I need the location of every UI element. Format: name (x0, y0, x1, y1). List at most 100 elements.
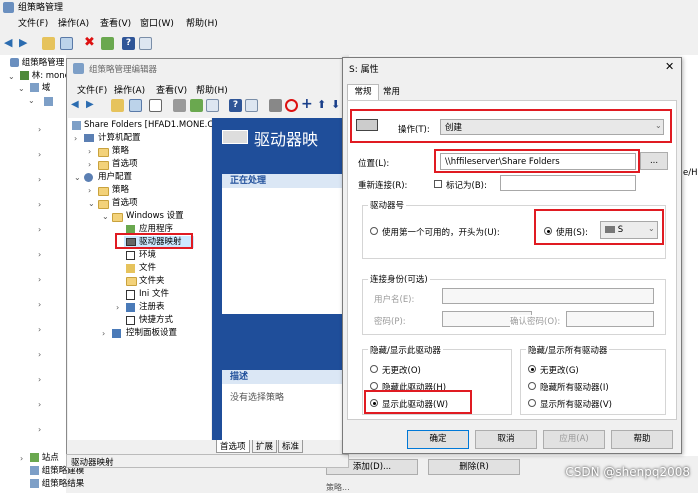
tab-preferences[interactable]: 首选项 (216, 440, 250, 453)
gpe-menu-help[interactable]: 帮助(H) (196, 83, 228, 96)
collapse-icon[interactable]: › (88, 147, 91, 156)
expand-icon[interactable]: › (74, 134, 77, 143)
apply-button[interactable]: 应用(A) (543, 430, 605, 449)
gpe-tree-item[interactable]: Share Folders [HFAD1.MONE.C (84, 120, 213, 131)
gpm-remove-button[interactable]: 删除(R) (428, 459, 520, 475)
tab-standard[interactable]: 标准 (278, 440, 304, 453)
forward-arrow-icon[interactable]: ▶ (86, 99, 99, 112)
ok-button[interactable]: 确定 (407, 430, 469, 449)
gpm-menu-view[interactable]: 查看(V) (100, 17, 131, 31)
gpe-tree-item[interactable]: 用户配置 (98, 172, 132, 183)
up-folder-icon[interactable] (42, 37, 55, 50)
use-first-radio[interactable] (370, 227, 378, 235)
show-all-radio[interactable] (528, 399, 536, 407)
up-folder-icon[interactable] (111, 99, 124, 112)
collapse-icon[interactable]: › (38, 125, 41, 134)
expand-icon[interactable]: ⌄ (18, 84, 25, 93)
gpe-tree-item[interactable]: 文件 (139, 263, 156, 274)
gpm-tree-sites[interactable]: 站点 (30, 453, 59, 464)
tab-extended[interactable]: 扩展 (252, 440, 278, 453)
gpe-tree-item[interactable]: Windows 设置 (126, 211, 184, 222)
gpe-tree-item[interactable]: 首选项 (112, 159, 138, 170)
no-change-radio[interactable] (370, 365, 378, 373)
collapse-icon[interactable]: › (38, 325, 41, 334)
expand-icon[interactable]: ⌄ (28, 96, 35, 105)
gpe-tree-item[interactable]: 快捷方式 (139, 315, 173, 326)
properties-icon[interactable] (139, 37, 152, 50)
show-pane-icon[interactable] (60, 37, 73, 50)
collapse-icon[interactable]: › (116, 303, 119, 312)
confirm-password-input[interactable] (566, 311, 654, 327)
gpe-tree-item[interactable]: 策略 (112, 185, 129, 196)
drive-icon[interactable] (269, 99, 282, 112)
export-icon[interactable] (206, 99, 219, 112)
reconnect-checkbox[interactable] (434, 180, 442, 188)
cancel-button[interactable]: 取消 (475, 430, 537, 449)
gpm-menu-file[interactable]: 文件(F) (18, 17, 48, 31)
expand-icon[interactable]: ⌄ (88, 199, 95, 208)
delete-icon[interactable]: ✖ (84, 36, 97, 49)
browse-button[interactable]: ... (640, 152, 668, 170)
copy-icon[interactable] (149, 99, 162, 112)
collapse-icon[interactable]: › (38, 225, 41, 234)
back-arrow-icon[interactable]: ◀ (71, 99, 84, 112)
help-button[interactable]: 帮助 (611, 430, 673, 449)
hide-all-radio[interactable] (528, 382, 536, 390)
collapse-icon[interactable]: › (20, 454, 23, 463)
collapse-icon[interactable]: › (88, 160, 91, 169)
gpe-menu-file[interactable]: 文件(F) (77, 83, 107, 96)
collapse-icon[interactable]: › (38, 200, 41, 209)
refresh-icon[interactable] (101, 37, 114, 50)
gpe-tree-item[interactable]: 注册表 (139, 302, 165, 313)
domain-node-icon[interactable] (44, 97, 53, 106)
tab-common[interactable]: 常用 (383, 85, 400, 99)
expand-icon[interactable]: ⌄ (8, 72, 15, 81)
collapse-icon[interactable]: › (38, 175, 41, 184)
collapse-icon[interactable]: › (38, 250, 41, 259)
forward-arrow-icon[interactable]: ▶ (19, 37, 32, 50)
tab-general[interactable]: 常规 (347, 84, 379, 100)
collapse-icon[interactable]: › (38, 350, 41, 359)
add-icon[interactable]: + (301, 97, 314, 111)
gpe-menu-view[interactable]: 查看(V) (156, 83, 187, 96)
collapse-icon[interactable]: › (38, 400, 41, 409)
gpe-tree-item[interactable]: 环境 (139, 250, 156, 261)
properties-icon[interactable] (245, 99, 258, 112)
no-change-all-radio[interactable] (528, 365, 536, 373)
help-icon[interactable]: ? (229, 99, 242, 112)
gpe-tree-item[interactable]: 计算机配置 (98, 133, 141, 144)
gpm-menu-help[interactable]: 帮助(H) (186, 17, 218, 31)
move-up-icon[interactable]: ⬆ (317, 98, 330, 111)
gpe-tree-item[interactable]: 策略 (112, 146, 129, 157)
gpe-tree-item[interactable]: 首选项 (112, 198, 138, 209)
collapse-icon[interactable]: › (38, 425, 41, 434)
gpe-tree-item[interactable]: Ini 文件 (139, 289, 169, 300)
gpm-menu-window[interactable]: 窗口(W) (140, 17, 174, 31)
label-as-input[interactable] (500, 175, 636, 191)
username-input[interactable] (442, 288, 654, 304)
hide-drive-radio[interactable] (370, 382, 378, 390)
back-arrow-icon[interactable]: ◀ (4, 37, 17, 50)
block-icon[interactable] (285, 99, 298, 112)
help-icon[interactable]: ? (122, 37, 135, 50)
print-icon[interactable] (173, 99, 186, 112)
gpe-tree-item[interactable]: 控制面板设置 (126, 328, 177, 339)
gpm-tree-domains[interactable]: 域 (30, 83, 50, 94)
close-icon[interactable]: ✕ (665, 60, 674, 73)
collapse-icon[interactable]: › (38, 300, 41, 309)
gpe-tree-item[interactable]: 文件夹 (139, 276, 165, 287)
expand-icon[interactable]: ⌄ (102, 212, 109, 221)
gpe-menu-action[interactable]: 操作(A) (114, 83, 145, 96)
collapse-icon[interactable]: › (38, 375, 41, 384)
collapse-icon[interactable]: › (88, 186, 91, 195)
gpm-tree-forest[interactable]: 林: mone (20, 71, 70, 82)
gpm-menu-action[interactable]: 操作(A) (58, 17, 89, 31)
gpm-tree-root[interactable]: 组策略管理 (10, 58, 64, 69)
gpm-tree-results[interactable]: 组策略结果 (30, 479, 84, 490)
collapse-icon[interactable]: › (38, 275, 41, 284)
show-pane-icon[interactable] (129, 99, 142, 112)
refresh-icon[interactable] (190, 99, 203, 112)
collapse-icon[interactable]: › (38, 150, 41, 159)
expand-icon[interactable]: ⌄ (74, 173, 81, 182)
collapse-icon[interactable]: › (102, 329, 105, 338)
